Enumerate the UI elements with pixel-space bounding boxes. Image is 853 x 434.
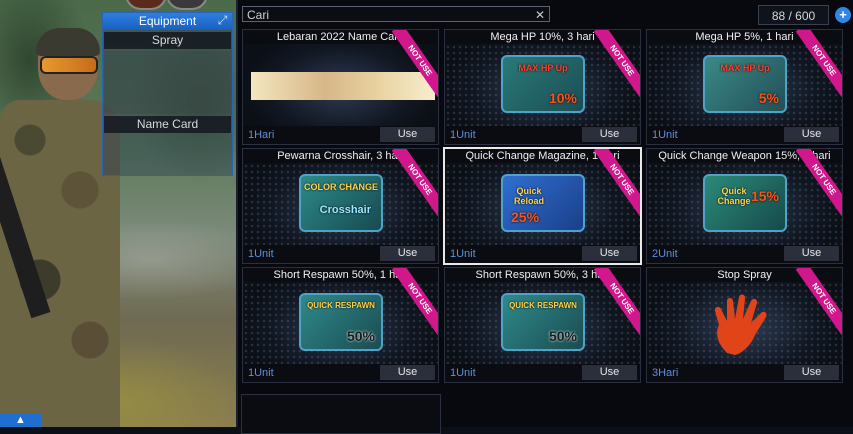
use-button[interactable]: Use [582, 127, 637, 142]
use-button[interactable]: Use [784, 365, 839, 380]
equipment-header: Equipment ⤢ [103, 13, 232, 30]
use-button[interactable]: Use [380, 246, 435, 261]
quick-reload-icon: Quick Reload 25% [501, 174, 585, 232]
item-duration: 1Unit [450, 367, 476, 379]
item-duration: 1Unit [248, 367, 274, 379]
equipment-title: Equipment [138, 14, 197, 28]
item-card[interactable]: Stop Spray NOT USE 3Hari Use [646, 267, 843, 383]
inventory-counter: 88 / 600 [758, 5, 829, 25]
use-button[interactable]: Use [582, 246, 637, 261]
item-card[interactable]: Mega HP 10%, 3 hari MAX HP Up 10% NOT US… [444, 29, 641, 145]
item-duration: 3Hari [652, 367, 679, 379]
item-duration: 1Hari [248, 129, 275, 141]
item-duration: 1Unit [450, 248, 476, 260]
item-card[interactable]: Pewarna Crosshair, 3 hari COLOR CHANGE C… [242, 148, 439, 264]
use-button[interactable]: Use [380, 127, 435, 142]
spray-slot[interactable] [104, 51, 231, 114]
quick-respawn-icon: QUICK RESPAWN 50% [501, 293, 585, 351]
expand-icon[interactable]: ⤢ [216, 14, 229, 27]
item-card-selected[interactable]: Quick Change Magazine, 1 hari Quick Relo… [443, 147, 642, 265]
item-card[interactable]: Quick Change Weapon 15%, 1 hari Quick Ch… [646, 148, 843, 264]
item-duration: 1Unit [248, 248, 274, 260]
max-hp-icon: MAX HP Up 5% [703, 55, 787, 113]
item-card[interactable]: Short Respawn 50%, 3 hari QUICK RESPAWN … [444, 267, 641, 383]
item-card[interactable]: Short Respawn 50%, 1 hari QUICK RESPAWN … [242, 267, 439, 383]
quick-change-icon: Quick Change 15% [703, 174, 787, 232]
item-duration: 2Unit [652, 248, 678, 260]
use-button[interactable]: Use [582, 365, 637, 380]
scroll-up-button[interactable]: ▲ [0, 413, 41, 427]
hand-print-icon [714, 294, 767, 355]
search-input[interactable]: Cari ✕ [242, 6, 550, 22]
item-card[interactable]: Lebaran 2022 Name Card NOT USE 1Hari Use [242, 29, 439, 145]
spray-slot-label[interactable]: Spray [104, 32, 231, 49]
name-card-slot-label[interactable]: Name Card [104, 116, 231, 133]
item-card[interactable]: Mega HP 5%, 1 hari MAX HP Up 5% NOT USE … [646, 29, 843, 145]
item-card-partial[interactable] [241, 394, 441, 434]
add-icon[interactable]: + [835, 7, 851, 23]
game-scene: Equipment ⤢ Spray Name Card ▲ [0, 0, 236, 427]
max-hp-icon: MAX HP Up 10% [501, 55, 585, 113]
use-button[interactable]: Use [380, 365, 435, 380]
search-input-value: Cari [247, 8, 270, 22]
color-change-icon: COLOR CHANGE Crosshair [299, 174, 383, 232]
equipment-panel: Equipment ⤢ Spray Name Card [102, 12, 233, 176]
quick-respawn-icon: QUICK RESPAWN 50% [299, 293, 383, 351]
item-duration: 1Unit [450, 129, 476, 141]
use-button[interactable]: Use [784, 127, 839, 142]
name-card-image [251, 72, 435, 100]
use-button[interactable]: Use [784, 246, 839, 261]
item-duration: 1Unit [652, 129, 678, 141]
clear-search-icon[interactable]: ✕ [535, 7, 545, 23]
